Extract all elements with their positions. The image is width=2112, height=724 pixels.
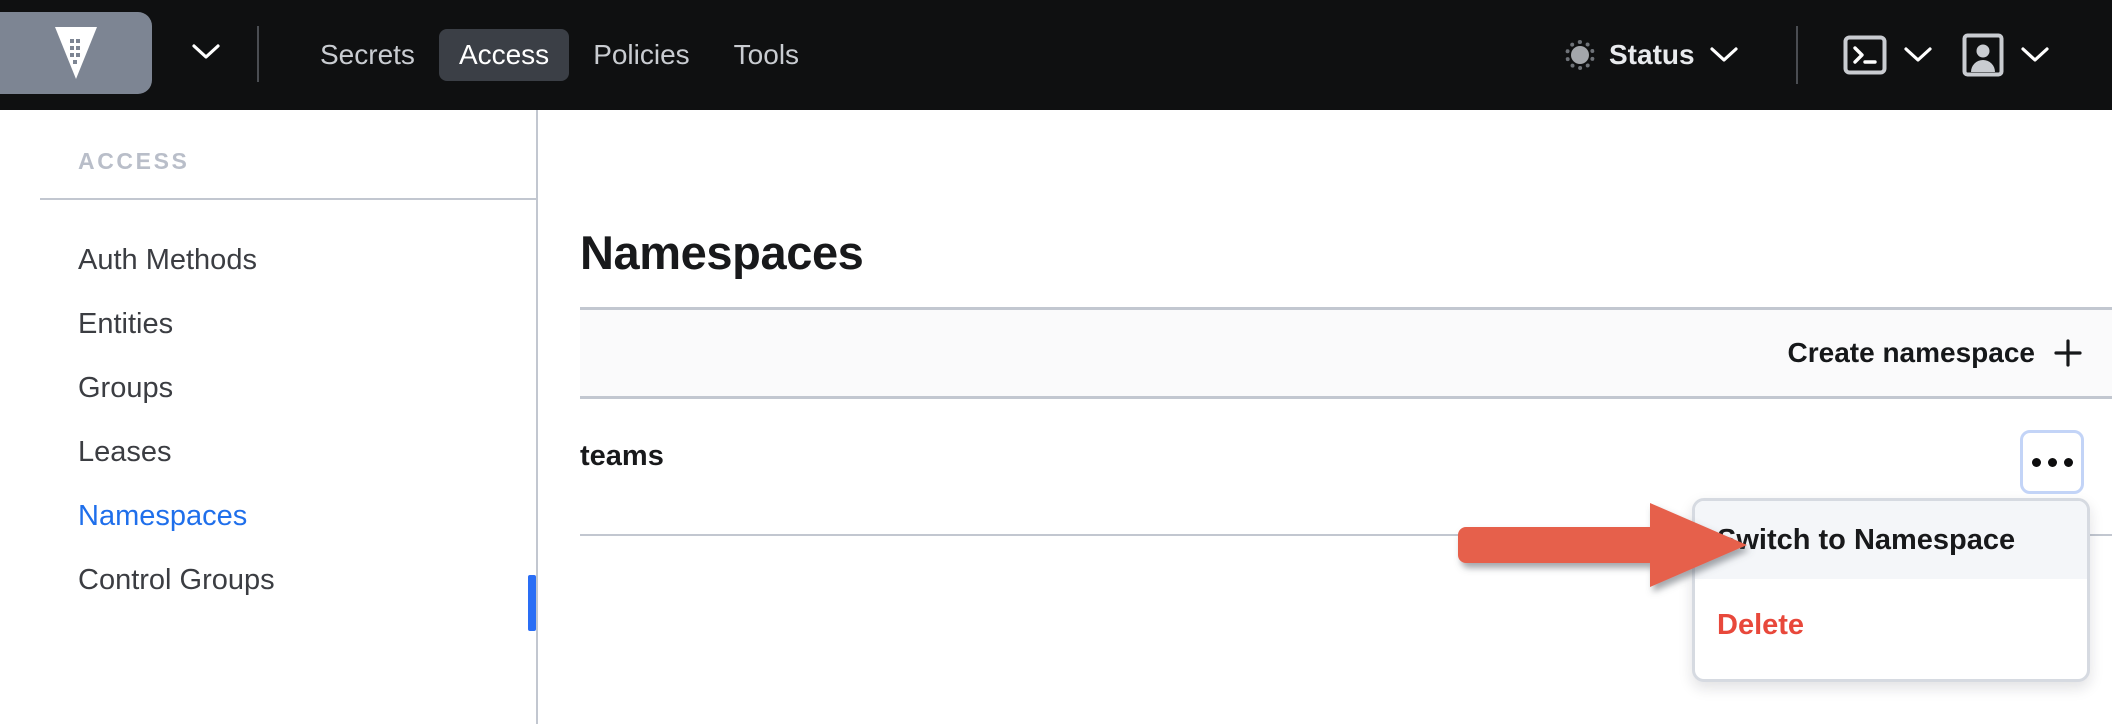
chevron-down-icon: [1904, 47, 1932, 62]
sidebar-item-auth-methods[interactable]: Auth Methods: [0, 228, 538, 292]
console-toggle-button[interactable]: [1843, 0, 1933, 110]
tab-policies[interactable]: Policies: [573, 29, 709, 81]
namespace-context-menu: Switch to Namespace Delete: [1692, 498, 2090, 682]
menu-item-switch-to-namespace[interactable]: Switch to Namespace: [1695, 501, 2087, 579]
sidebar-item-label: Groups: [78, 371, 174, 404]
nav-divider-right: [1796, 26, 1798, 84]
sidebar-item-groups[interactable]: Groups: [0, 356, 538, 420]
vault-namespaces-page: Secrets Access Policies Tools Status ACC…: [0, 0, 2112, 724]
menu-item-delete[interactable]: Delete: [1695, 593, 2087, 657]
nav-divider: [257, 26, 259, 82]
sidebar-item-label: Leases: [78, 435, 172, 468]
create-namespace-label: Create namespace: [1787, 337, 2035, 368]
terminal-icon: [1843, 35, 1887, 75]
sidebar-item-label: Control Groups: [78, 563, 275, 596]
sidebar-item-label: Namespaces: [78, 499, 248, 532]
status-menu-button[interactable]: Status: [1565, 0, 1739, 110]
chevron-down-icon: [2021, 47, 2049, 62]
tab-access[interactable]: Access: [438, 29, 570, 81]
namespace-row-menu-button[interactable]: [2020, 430, 2084, 494]
sidebar-divider: [40, 198, 538, 200]
ellipsis-icon: [2031, 457, 2073, 467]
main-nav-tabs: Secrets Access Policies Tools: [300, 0, 819, 110]
chevron-down-icon: [1709, 47, 1738, 62]
sidebar-item-label: Entities: [78, 307, 174, 340]
status-label: Status: [1609, 39, 1695, 70]
create-namespace-button[interactable]: Create namespace: [1788, 338, 2112, 368]
page-title: Namespaces: [580, 226, 864, 279]
sidebar-item-control-groups[interactable]: Control Groups: [0, 548, 538, 612]
chevron-down-icon: [192, 44, 220, 59]
menu-item-label: Delete: [1717, 608, 1805, 641]
user-avatar-icon: [1962, 33, 2004, 77]
sidebar-item-leases[interactable]: Leases: [0, 420, 538, 484]
namespace-picker-toggle[interactable]: [188, 34, 224, 70]
tab-secrets[interactable]: Secrets: [300, 29, 435, 81]
tab-tools[interactable]: Tools: [714, 29, 819, 81]
top-navigation-bar: Secrets Access Policies Tools Status: [0, 0, 2112, 110]
sidebar-active-indicator: [528, 575, 536, 631]
page-toolbar: Create namespace: [580, 307, 2112, 399]
user-menu-button[interactable]: [1962, 0, 2050, 110]
sidebar-section-heading: ACCESS: [78, 148, 190, 174]
sidebar-nav-list: Auth Methods Entities Groups Leases Name…: [0, 228, 538, 612]
sidebar-item-namespaces[interactable]: Namespaces: [0, 484, 538, 548]
sidebar-item-entities[interactable]: Entities: [0, 292, 538, 356]
vault-home-link[interactable]: [0, 12, 152, 94]
namespace-name: teams: [580, 440, 664, 472]
plus-icon: [2054, 339, 2082, 367]
menu-item-label: Switch to Namespace: [1717, 523, 2016, 556]
status-dot-icon: [1565, 40, 1595, 70]
vault-logo-icon: [55, 27, 97, 79]
sidebar-item-label: Auth Methods: [78, 243, 257, 276]
